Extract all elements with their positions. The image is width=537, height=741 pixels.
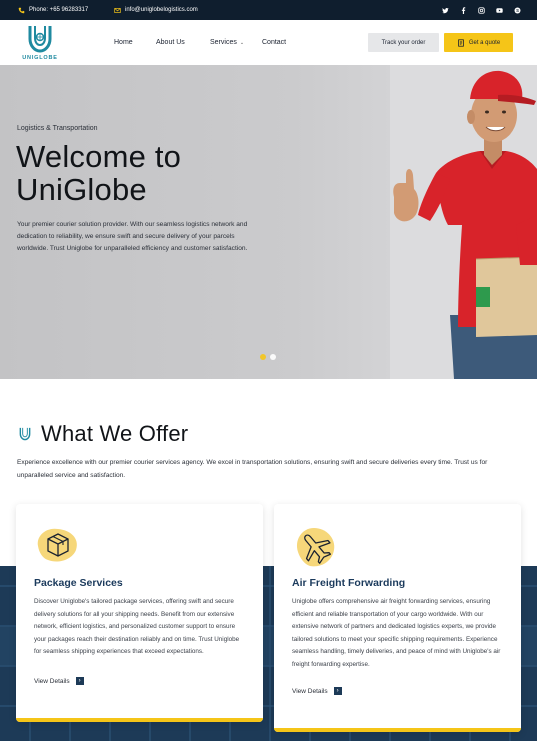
service-card-package[interactable]: Package Services Discover Uniglobe's tai… xyxy=(16,504,263,722)
card-accent-bar xyxy=(274,728,521,732)
arrow-right-icon: › xyxy=(75,677,84,685)
nav-about-label: About Us xyxy=(156,39,185,46)
track-order-label: Track your order xyxy=(381,39,426,46)
uniglobe-mini-logo-icon xyxy=(19,427,31,441)
email-text: info@uniglobelogistics.com xyxy=(125,7,198,13)
courier-person-image xyxy=(393,70,537,379)
twitter-icon[interactable] xyxy=(442,7,449,14)
nav-contact-label: Contact xyxy=(262,39,287,46)
nav-contact[interactable]: Contact xyxy=(262,20,286,65)
hero-title: Welcome to UniGlobe xyxy=(16,139,182,207)
skype-icon[interactable]: S xyxy=(514,6,521,14)
hero-eyebrow: Logistics & Transportation xyxy=(17,125,98,132)
nav-about-us[interactable]: About Us xyxy=(156,20,185,65)
instagram-icon[interactable] xyxy=(478,6,485,14)
view-details-label: View Details xyxy=(34,677,70,685)
nav-home[interactable]: Home xyxy=(114,20,133,65)
get-quote-label: Get a quote xyxy=(468,39,501,46)
arrow-right-icon: › xyxy=(333,687,342,695)
email-contact[interactable]: info@uniglobelogistics.com xyxy=(114,0,198,20)
chevron-down-icon: ⌄ xyxy=(239,39,245,46)
top-bar: Phone: +65 96283317 info@uniglobelogisti… xyxy=(0,0,537,20)
offer-heading: What We Offer xyxy=(17,421,188,447)
quote-document-icon xyxy=(458,38,464,47)
logo-text: UNIGLOBE xyxy=(22,55,58,61)
nav-services-label: Services xyxy=(210,39,237,46)
social-links: S xyxy=(442,0,521,20)
get-quote-button[interactable]: Get a quote xyxy=(444,33,513,52)
uniglobe-logo-mark xyxy=(28,26,52,53)
hero-slider: Logistics & Transportation Welcome to Un… xyxy=(0,65,537,379)
card-text: Discover Uniglobe's tailored package ser… xyxy=(34,598,240,655)
phone-text: Phone: +65 96283317 xyxy=(29,7,89,13)
card-text: Uniglobe offers comprehensive air freigh… xyxy=(292,598,501,668)
view-details-link[interactable]: View Details › xyxy=(34,677,84,685)
card-title: Air Freight Forwarding xyxy=(292,577,406,589)
nav-services[interactable]: Services ⌄ xyxy=(210,20,244,65)
mail-icon xyxy=(114,7,121,13)
nav-home-label: Home xyxy=(114,39,133,46)
site-logo[interactable]: UNIGLOBE xyxy=(18,24,62,62)
airplane-icon xyxy=(292,524,338,567)
card-title: Package Services xyxy=(34,577,123,589)
youtube-icon[interactable] xyxy=(496,7,503,14)
view-details-label: View Details xyxy=(292,687,328,695)
card-accent-bar xyxy=(16,718,263,722)
phone-icon xyxy=(18,7,25,13)
hero-description: Your premier courier solution provider. … xyxy=(17,221,248,253)
slider-pagination xyxy=(260,354,276,360)
main-header: UNIGLOBE Home About Us Services ⌄ Contac… xyxy=(0,20,537,65)
package-icon xyxy=(34,524,80,564)
facebook-icon[interactable] xyxy=(460,6,467,14)
service-card-air-freight[interactable]: Air Freight Forwarding Uniglobe offers c… xyxy=(274,504,521,732)
view-details-link[interactable]: View Details › xyxy=(292,687,342,695)
track-order-button[interactable]: Track your order xyxy=(368,33,439,52)
offer-description: Experience excellence with our premier c… xyxy=(17,459,488,479)
slider-dot-2[interactable] xyxy=(270,354,276,360)
slider-dot-1[interactable] xyxy=(260,354,266,360)
phone-contact[interactable]: Phone: +65 96283317 xyxy=(18,0,88,20)
offer-title: What We Offer xyxy=(41,421,189,446)
svg-text:S: S xyxy=(516,7,519,12)
